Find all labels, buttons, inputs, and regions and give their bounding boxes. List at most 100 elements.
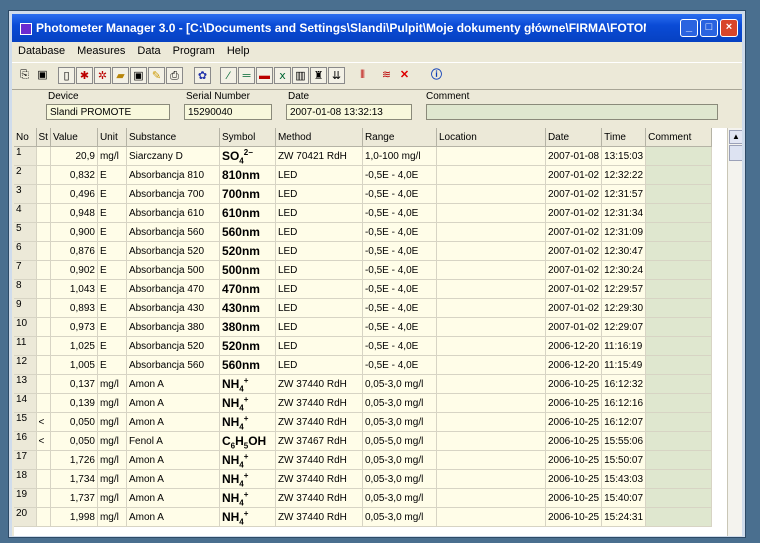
info-icon[interactable]: ⓘ — [428, 67, 445, 84]
table-row[interactable]: 9 0,893 E Absorbancja 430 430nm LED -0,5E - 4,… — [14, 298, 713, 318]
date-label: Date — [288, 91, 310, 102]
cell-comment — [645, 507, 713, 527]
cell-st — [36, 469, 51, 489]
table-row[interactable]: 14 0,139 mg/l Amon A NH4+ ZW 37440 RdH 0,05-3,… — [14, 393, 713, 413]
table-row[interactable]: 3 0,496 E Absorbancja 700 700nm LED -0,5E - 4,… — [14, 184, 713, 204]
menu-database[interactable]: Database — [12, 43, 71, 57]
table-row[interactable]: 15 <0,050 mg/l Amon A NH4+ ZW 37440 RdH 0,05-3… — [14, 412, 713, 432]
cell-time: 15:40:07 — [601, 488, 647, 508]
serial-number-field[interactable]: 15290040 — [184, 104, 272, 120]
column-header-unit[interactable]: Unit — [97, 128, 127, 147]
copy-icon[interactable]: ⎘ — [16, 67, 33, 84]
table-row[interactable]: 7 0,902 E Absorbancja 500 500nm LED -0,5E - 4,… — [14, 260, 713, 280]
barcode-icon[interactable]: ▥ — [292, 67, 309, 84]
tree-dark-red-icon[interactable]: ✲ — [94, 67, 111, 84]
close-button[interactable]: × — [720, 19, 738, 37]
column-header-st[interactable]: St — [36, 128, 51, 147]
table-row[interactable]: 13 0,137 mg/l Amon A NH4+ ZW 37440 RdH 0,05-3,… — [14, 374, 713, 394]
cell-date: 2006-10-25 — [545, 431, 603, 451]
column-header-time[interactable]: Time — [601, 128, 647, 147]
cell-symbol: NH4+ — [219, 374, 276, 394]
table-row[interactable]: 17 1,726 mg/l Amon A NH4+ ZW 37440 RdH 0,05-3,… — [14, 450, 713, 470]
column-header-method[interactable]: Method — [275, 128, 363, 147]
comment-field[interactable] — [426, 104, 718, 120]
scroll-thumb[interactable] — [729, 145, 742, 161]
cell-symbol: NH4+ — [219, 488, 276, 508]
new-document-icon[interactable]: ▯ — [58, 67, 75, 84]
open-folder-icon[interactable]: ▰ — [112, 67, 129, 84]
table-row[interactable]: 1 20,9 mg/l Siarczany D SO42− ZW 70421 RdH 1,0… — [14, 146, 713, 166]
cell-method: LED — [275, 184, 363, 204]
cell-comment — [645, 355, 713, 375]
table-row[interactable]: 2 0,832 E Absorbancja 810 810nm LED -0,5E - 4,… — [14, 165, 713, 185]
table-row[interactable]: 19 1,737 mg/l Amon A NH4+ ZW 37440 RdH 0,05-3,… — [14, 488, 713, 508]
xx-icon[interactable]: ⅹ — [274, 67, 291, 84]
person-icon[interactable]: ♜ — [310, 67, 327, 84]
cell-symbol: NH4+ — [219, 393, 276, 413]
column-header-substance[interactable]: Substance — [126, 128, 220, 147]
flag-icon[interactable]: ▬ — [256, 67, 273, 84]
menu-data[interactable]: Data — [131, 43, 166, 57]
cell-date: 2007-01-02 — [545, 298, 603, 318]
tree-red-icon[interactable]: ✱ — [76, 67, 93, 84]
cell-location — [436, 412, 546, 432]
title-bar[interactable]: Photometer Manager 3.0 - [C:\Documents a… — [12, 14, 742, 42]
chart-icon[interactable]: ⁄ — [220, 67, 237, 84]
column-header-value[interactable]: Value — [50, 128, 98, 147]
table-row[interactable]: 8 1,043 E Absorbancja 470 470nm LED -0,5E - 4,… — [14, 279, 713, 299]
date-field[interactable]: 2007-01-08 13:32:13 — [286, 104, 412, 120]
table-row[interactable]: 12 1,005 E Absorbancja 560 560nm LED -0,5E - 4… — [14, 355, 713, 375]
menu-help[interactable]: Help — [221, 43, 256, 57]
table-row[interactable]: 5 0,900 E Absorbancja 560 560nm LED -0,5E - 4,… — [14, 222, 713, 242]
cell-location — [436, 317, 546, 337]
cell-time: 15:50:07 — [601, 450, 647, 470]
cell-no: 18 — [14, 469, 37, 489]
cell-range: -0,5E - 4,0E — [362, 184, 437, 204]
table-row[interactable]: 16 <0,050 mg/l Fenol A C6H5OH ZW 37467 RdH 0,0… — [14, 431, 713, 451]
cell-comment — [645, 203, 713, 223]
cell-comment — [645, 488, 713, 508]
delete-icon[interactable]: ✕ — [396, 67, 413, 84]
column-header-comment[interactable]: Comment — [645, 128, 713, 147]
cell-st — [36, 336, 51, 356]
cell-range: -0,5E - 4,0E — [362, 355, 437, 375]
chemical-symbol: NH4+ — [221, 452, 249, 470]
app-window: Photometer Manager 3.0 - [C:\Documents a… — [12, 14, 742, 536]
column-header-location[interactable]: Location — [436, 128, 546, 147]
table-row[interactable]: 6 0,876 E Absorbancja 520 520nm LED -0,5E - 4,… — [14, 241, 713, 261]
chemical-symbol: 380nm — [221, 320, 260, 334]
cell-value: 0,893 — [50, 298, 98, 318]
table-row[interactable]: 18 1,734 mg/l Amon A NH4+ ZW 37440 RdH 0,05-3,… — [14, 469, 713, 489]
column-header-date[interactable]: Date — [545, 128, 603, 147]
chemical-symbol: 430nm — [221, 301, 260, 315]
column-header-range[interactable]: Range — [362, 128, 437, 147]
table-row[interactable]: 10 0,973 E Absorbancja 380 380nm LED -0,5E - 4… — [14, 317, 713, 337]
disk-save-icon[interactable]: ▣ — [34, 67, 51, 84]
sort-down-icon[interactable]: ⇊ — [328, 67, 345, 84]
table-row[interactable]: 11 1,025 E Absorbancja 520 520nm LED -0,5E - 4… — [14, 336, 713, 356]
edit-icon[interactable]: ✎ — [148, 67, 165, 84]
cell-unit: mg/l — [97, 431, 127, 451]
cell-unit: E — [97, 298, 127, 318]
print-icon[interactable]: ⎙ — [166, 67, 183, 84]
cell-location — [436, 393, 546, 413]
comment-label: Comment — [426, 91, 470, 102]
cell-symbol: 810nm — [219, 165, 276, 185]
vertical-scrollbar[interactable]: ▲ — [727, 128, 742, 536]
table-row[interactable]: 4 0,948 E Absorbancja 610 610nm LED -0,5E - 4,… — [14, 203, 713, 223]
red-barcode-icon[interactable]: ⦀ — [354, 67, 371, 84]
gear-icon[interactable]: ✿ — [194, 67, 211, 84]
menu-measures[interactable]: Measures — [71, 43, 131, 57]
maximize-button[interactable]: □ — [700, 19, 718, 37]
equals-icon[interactable]: ═ — [238, 67, 255, 84]
column-header-symbol[interactable]: Symbol — [219, 128, 276, 147]
scroll-up-icon[interactable]: ▲ — [729, 130, 742, 144]
table-row[interactable]: 20 1,998 mg/l Amon A NH4+ ZW 37440 RdH 0,05-3,… — [14, 507, 713, 527]
device-field[interactable]: Slandi PROMOTE — [46, 104, 170, 120]
minimize-button[interactable]: _ — [680, 19, 698, 37]
save-icon[interactable]: ▣ — [130, 67, 147, 84]
wireless-icon[interactable]: ≋ — [378, 67, 395, 84]
menu-program[interactable]: Program — [167, 43, 221, 57]
column-header-no[interactable]: No — [14, 128, 37, 147]
cell-comment — [645, 393, 713, 413]
